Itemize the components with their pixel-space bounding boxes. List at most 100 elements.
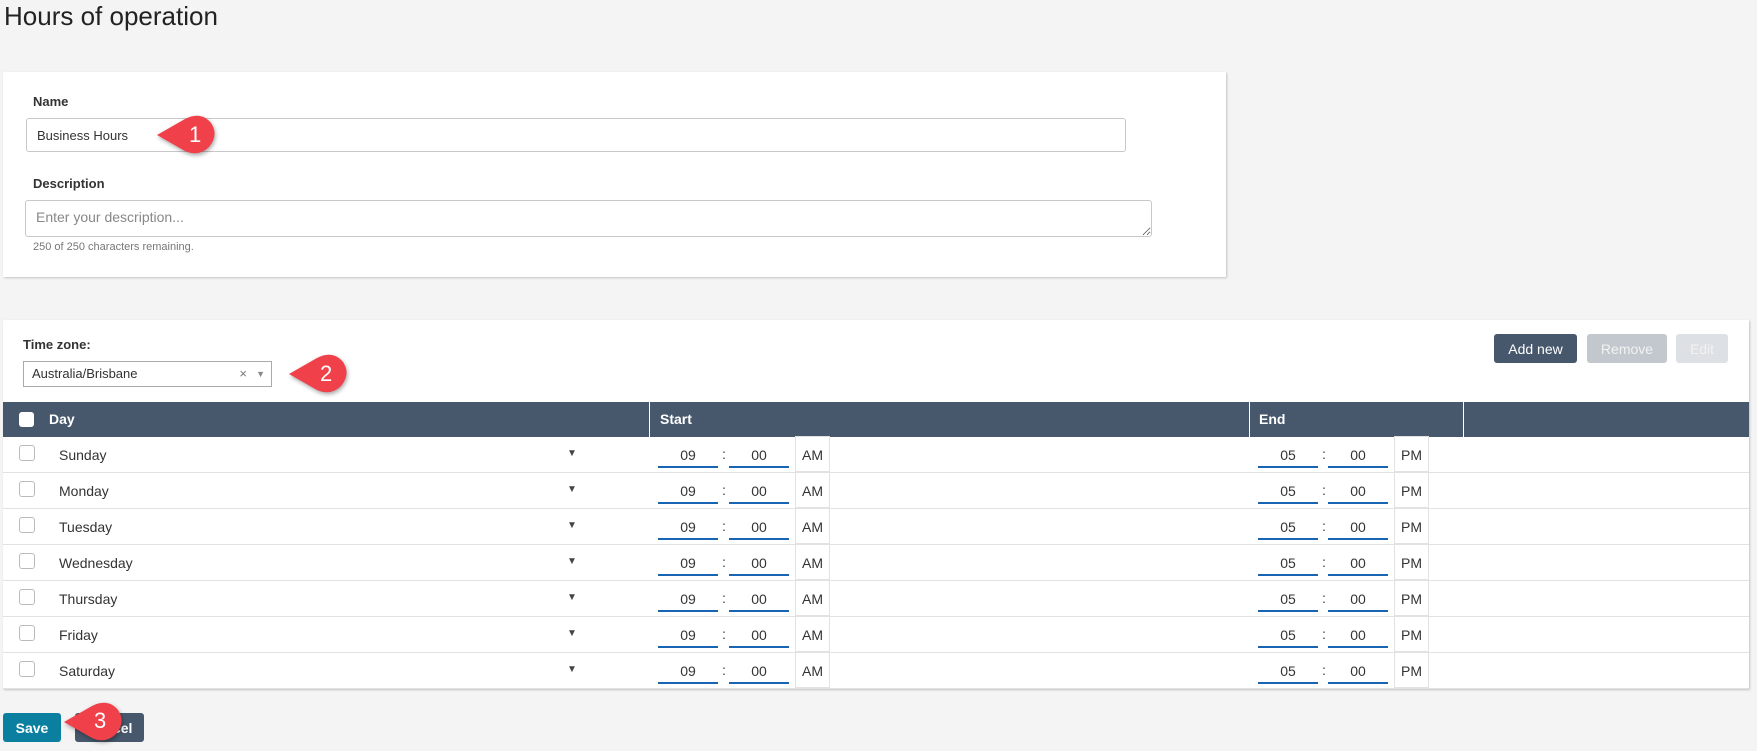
table-header: Day Start End — [3, 402, 1749, 437]
chevron-down-icon[interactable]: ▼ — [567, 664, 577, 675]
start-minute-input[interactable]: 00 — [729, 440, 789, 468]
callout-number-1: 1 — [189, 122, 202, 147]
callout-number-3: 3 — [94, 708, 107, 733]
end-minute-input[interactable]: 00 — [1328, 584, 1388, 612]
time-separator: : — [1322, 554, 1326, 570]
end-ampm-toggle[interactable]: PM — [1394, 580, 1429, 616]
description-input[interactable] — [25, 200, 1152, 237]
start-minute-input[interactable]: 00 — [729, 584, 789, 612]
start-hour-input[interactable]: 09 — [658, 584, 718, 612]
table-row: Saturday ▼ 09:00 AM 05:00 PM — [3, 652, 1749, 689]
row-checkbox[interactable] — [19, 445, 35, 461]
end-ampm-toggle[interactable]: PM — [1394, 472, 1429, 508]
chevron-down-icon[interactable]: ▼ — [567, 520, 577, 531]
start-hour-input[interactable]: 09 — [658, 440, 718, 468]
start-hour-input[interactable]: 09 — [658, 476, 718, 504]
end-hour-input[interactable]: 05 — [1258, 620, 1318, 648]
end-minute-input[interactable]: 00 — [1328, 548, 1388, 576]
row-checkbox[interactable] — [19, 481, 35, 497]
end-ampm-toggle[interactable]: PM — [1394, 436, 1429, 472]
chevron-down-icon[interactable]: ▼ — [567, 592, 577, 603]
end-minute-input[interactable]: 00 — [1328, 440, 1388, 468]
remove-button[interactable]: Remove — [1587, 334, 1667, 363]
column-header-start: Start — [660, 411, 692, 427]
end-ampm-toggle[interactable]: PM — [1394, 652, 1429, 688]
end-minute-input[interactable]: 00 — [1328, 512, 1388, 540]
end-hour-input[interactable]: 05 — [1258, 476, 1318, 504]
day-select[interactable]: Sunday — [59, 447, 106, 463]
day-select[interactable]: Friday — [59, 627, 98, 643]
chevron-down-icon[interactable]: ▼ — [567, 448, 577, 459]
time-separator: : — [722, 518, 726, 534]
start-minute-input[interactable]: 00 — [729, 512, 789, 540]
start-ampm-toggle[interactable]: AM — [795, 616, 830, 652]
end-minute-input[interactable]: 00 — [1328, 620, 1388, 648]
end-minute-input[interactable]: 00 — [1328, 656, 1388, 684]
select-all-checkbox[interactable] — [19, 412, 34, 427]
end-ampm-toggle[interactable]: PM — [1394, 544, 1429, 580]
table-row: Wednesday ▼ 09:00 AM 05:00 PM — [3, 544, 1749, 581]
end-hour-input[interactable]: 05 — [1258, 584, 1318, 612]
start-minute-input[interactable]: 00 — [729, 476, 789, 504]
timezone-value: Australia/Brisbane — [32, 366, 138, 381]
end-hour-input[interactable]: 05 — [1258, 512, 1318, 540]
callout-marker-1 — [157, 115, 215, 154]
day-select[interactable]: Tuesday — [59, 519, 112, 535]
clear-icon[interactable]: × — [239, 362, 247, 386]
start-ampm-toggle[interactable]: AM — [795, 580, 830, 616]
day-select[interactable]: Wednesday — [59, 555, 133, 571]
row-checkbox[interactable] — [19, 625, 35, 641]
chevron-down-icon[interactable]: ▼ — [256, 362, 265, 386]
time-separator: : — [1322, 482, 1326, 498]
start-hour-input[interactable]: 09 — [658, 512, 718, 540]
row-checkbox[interactable] — [19, 517, 35, 533]
table-row: Thursday ▼ 09:00 AM 05:00 PM — [3, 580, 1749, 617]
time-separator: : — [722, 626, 726, 642]
save-button[interactable]: Save — [3, 713, 61, 742]
start-hour-input[interactable]: 09 — [658, 620, 718, 648]
end-hour-input[interactable]: 05 — [1258, 440, 1318, 468]
table-row: Friday ▼ 09:00 AM 05:00 PM — [3, 616, 1749, 653]
row-checkbox[interactable] — [19, 589, 35, 605]
chevron-down-icon[interactable]: ▼ — [567, 556, 577, 567]
start-minute-input[interactable]: 00 — [729, 620, 789, 648]
start-hour-input[interactable]: 09 — [658, 548, 718, 576]
row-checkbox[interactable] — [19, 553, 35, 569]
chevron-down-icon[interactable]: ▼ — [567, 484, 577, 495]
end-ampm-toggle[interactable]: PM — [1394, 616, 1429, 652]
column-divider — [649, 402, 650, 437]
end-minute-input[interactable]: 00 — [1328, 476, 1388, 504]
time-separator: : — [722, 662, 726, 678]
table-row: Tuesday ▼ 09:00 AM 05:00 PM — [3, 508, 1749, 545]
start-minute-input[interactable]: 00 — [729, 548, 789, 576]
day-select[interactable]: Thursday — [59, 591, 117, 607]
start-hour-input[interactable]: 09 — [658, 656, 718, 684]
start-ampm-toggle[interactable]: AM — [795, 544, 830, 580]
time-separator: : — [1322, 590, 1326, 606]
callout-number-2: 2 — [320, 361, 333, 386]
time-separator: : — [1322, 662, 1326, 678]
timezone-select[interactable]: Australia/Brisbane × ▼ — [23, 361, 272, 387]
time-separator: : — [722, 554, 726, 570]
edit-button[interactable]: Edit — [1676, 334, 1728, 363]
time-separator: : — [1322, 518, 1326, 534]
start-ampm-toggle[interactable]: AM — [795, 508, 830, 544]
chevron-down-icon[interactable]: ▼ — [567, 628, 577, 639]
time-separator: : — [1322, 626, 1326, 642]
name-label: Name — [33, 94, 69, 109]
day-select[interactable]: Saturday — [59, 663, 115, 679]
time-separator: : — [1322, 446, 1326, 462]
add-new-button[interactable]: Add new — [1494, 334, 1577, 363]
table-row: Sunday ▼ 09:00 AM 05:00 PM — [3, 436, 1749, 473]
end-ampm-toggle[interactable]: PM — [1394, 508, 1429, 544]
description-label: Description — [33, 176, 105, 191]
start-ampm-toggle[interactable]: AM — [795, 436, 830, 472]
start-ampm-toggle[interactable]: AM — [795, 472, 830, 508]
start-ampm-toggle[interactable]: AM — [795, 652, 830, 688]
end-hour-input[interactable]: 05 — [1258, 548, 1318, 576]
start-minute-input[interactable]: 00 — [729, 656, 789, 684]
end-hour-input[interactable]: 05 — [1258, 656, 1318, 684]
row-checkbox[interactable] — [19, 661, 35, 677]
page-title: Hours of operation — [4, 1, 218, 31]
day-select[interactable]: Monday — [59, 483, 109, 499]
